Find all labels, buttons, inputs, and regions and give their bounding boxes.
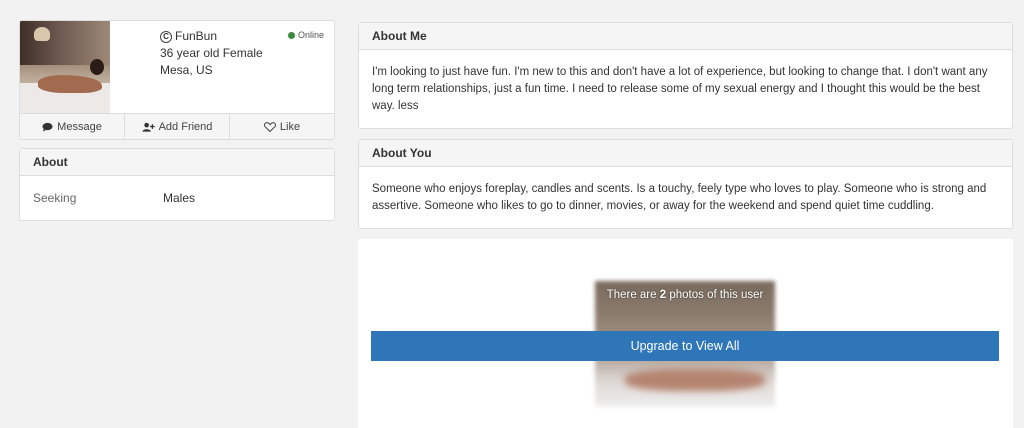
about-me-title: About Me [359, 23, 1012, 50]
about-you-title: About You [359, 140, 1012, 167]
profile-header: C FunBun 36 year old Female Mesa, US Onl… [20, 21, 334, 113]
seeking-value: Males [163, 191, 196, 205]
profile-photo[interactable] [20, 21, 110, 113]
photo-count-text: There are 2 photos of this user [595, 289, 775, 301]
like-button[interactable]: Like [230, 114, 334, 139]
online-dot-icon [287, 31, 295, 39]
about-panel: About Seeking Males [19, 148, 335, 221]
heart-icon [263, 121, 276, 132]
online-label: Online [297, 30, 324, 40]
seeking-row: Seeking Males [20, 176, 334, 220]
about-me-panel: About Me I'm looking to just have fun. I… [358, 22, 1013, 129]
username: FunBun [175, 29, 218, 43]
age-gender: 36 year old Female [160, 46, 263, 60]
seeking-label: Seeking [33, 191, 77, 205]
about-title: About [20, 149, 334, 176]
left-column: C FunBun 36 year old Female Mesa, US Onl… [19, 20, 335, 221]
message-label: Message [57, 120, 102, 133]
message-button[interactable]: Message [20, 114, 125, 139]
profile-card: C FunBun 36 year old Female Mesa, US Onl… [19, 20, 335, 140]
right-column: About Me I'm looking to just have fun. I… [358, 22, 1013, 428]
photo-count-suffix: photos of this user [669, 289, 764, 301]
photo-count-number: 2 [659, 289, 667, 301]
copyright-icon: C [160, 30, 172, 43]
profile-actions: Message Add Friend Like [20, 113, 334, 139]
about-me-text: I'm looking to just have fun. I'm new to… [372, 66, 988, 112]
add-friend-label: Add Friend [158, 120, 213, 133]
location: Mesa, US [160, 63, 213, 77]
like-label: Like [279, 120, 301, 133]
chat-bubble-icon [42, 122, 53, 132]
about-you-text: Someone who enjoys foreplay, candles and… [372, 183, 987, 212]
photos-panel: There are 2 photos of this user Upgrade … [358, 239, 1013, 428]
add-friend-button[interactable]: Add Friend [125, 114, 230, 139]
photo-count-prefix: There are [606, 289, 657, 301]
username-row: C FunBun [160, 28, 263, 45]
about-you-panel: About You Someone who enjoys foreplay, c… [358, 139, 1013, 229]
user-plus-icon [142, 122, 155, 132]
upgrade-button[interactable]: Upgrade to View All [371, 331, 999, 361]
profile-info: C FunBun 36 year old Female Mesa, US [110, 21, 263, 113]
online-status: Online [287, 30, 324, 40]
